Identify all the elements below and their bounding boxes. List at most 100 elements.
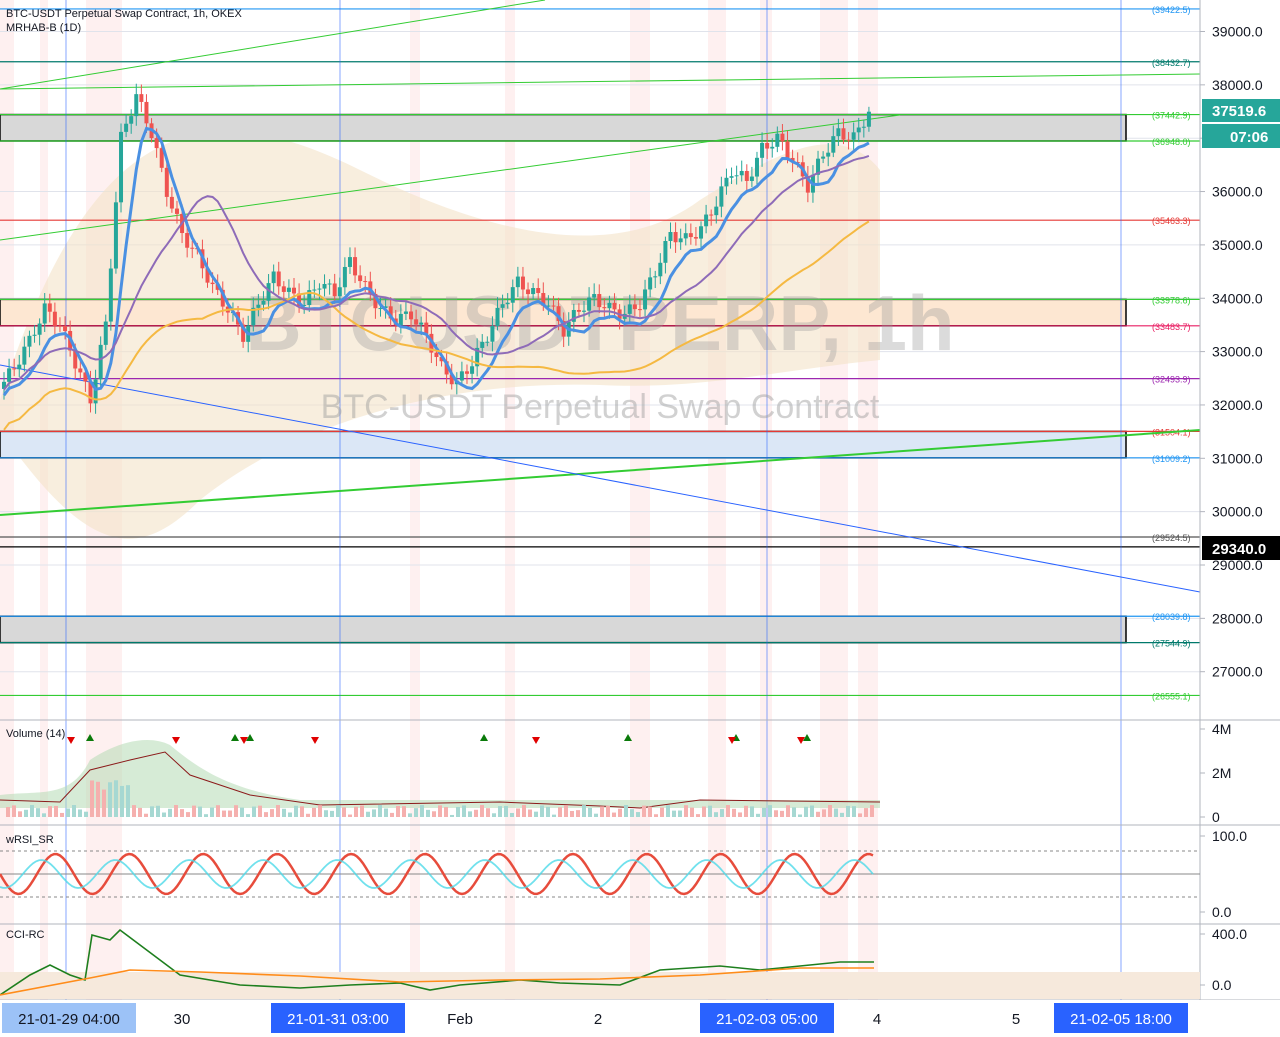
volume-bar xyxy=(156,805,160,817)
volume-bar xyxy=(672,810,676,817)
crosshair-price-label: 29340.0 xyxy=(1212,541,1266,558)
candle-body xyxy=(831,136,836,153)
session-band xyxy=(410,0,420,1000)
level-label: (35463.3) xyxy=(1152,216,1191,226)
candle-body xyxy=(490,325,495,342)
volume-tick-label: 2M xyxy=(1212,765,1231,781)
volume-bar xyxy=(474,809,478,817)
candle-body xyxy=(505,302,510,305)
volume-bar xyxy=(750,806,754,817)
volume-bar xyxy=(384,808,388,817)
candle-body xyxy=(729,176,734,178)
level-zone xyxy=(0,113,1127,142)
volume-bar xyxy=(336,805,340,817)
price-tick-label: 30000.0 xyxy=(1212,504,1263,520)
volume-bar xyxy=(492,813,496,817)
volume-bar xyxy=(594,813,598,817)
candle-body xyxy=(174,208,179,214)
candle-body xyxy=(164,167,169,197)
level-label: (36948.0) xyxy=(1152,137,1191,147)
candle-body xyxy=(536,288,541,294)
price-tick-label: 39000.0 xyxy=(1212,24,1263,40)
cci-zone xyxy=(0,972,1200,999)
candle-body xyxy=(434,352,439,358)
candle-body xyxy=(653,276,658,278)
candle-body xyxy=(37,323,42,335)
candle-body xyxy=(785,141,790,158)
candle-body xyxy=(602,307,607,309)
volume-bar xyxy=(612,812,616,817)
volume-bar xyxy=(450,814,454,817)
candle-body xyxy=(841,128,846,140)
volume-bar xyxy=(186,812,190,817)
candle-body xyxy=(119,131,124,203)
volume-bar xyxy=(396,805,400,817)
price-tick-label: 27000.0 xyxy=(1212,664,1263,680)
candle-body xyxy=(678,238,683,243)
candle-body xyxy=(632,304,637,310)
volume-bar xyxy=(132,805,136,817)
volume-bar xyxy=(630,809,634,817)
volume-bar xyxy=(564,805,568,817)
time-label: 21-02-03 05:00 xyxy=(716,1011,818,1028)
candle-body xyxy=(363,281,368,283)
candle-body xyxy=(47,303,52,312)
candle-body xyxy=(688,233,693,238)
volume-bar xyxy=(606,805,610,817)
volume-bar xyxy=(696,814,700,817)
volume-bar xyxy=(720,809,724,817)
volume-bar xyxy=(864,808,868,817)
volume-bar xyxy=(354,806,358,817)
volume-bar xyxy=(600,806,604,817)
cci-title: CCI-RC xyxy=(6,929,45,941)
volume-bar xyxy=(714,812,718,817)
candle-body xyxy=(719,186,724,207)
volume-bar xyxy=(534,811,538,817)
volume-bar xyxy=(540,805,544,817)
price-tick-label: 36000.0 xyxy=(1212,184,1263,200)
volume-bar xyxy=(690,807,694,817)
volume-bar xyxy=(96,781,100,817)
candle-body xyxy=(699,226,704,239)
candle-body xyxy=(276,271,281,287)
wrsi-title: wRSI_SR xyxy=(6,834,54,846)
candle-body xyxy=(358,275,363,282)
candle-body xyxy=(826,152,831,157)
time-label: 21-01-31 03:00 xyxy=(287,1011,389,1028)
candle-body xyxy=(17,364,22,370)
volume-bar xyxy=(84,811,88,817)
candle-body xyxy=(57,325,62,327)
candle-body xyxy=(668,232,673,242)
candle-body xyxy=(409,311,414,320)
candle-body xyxy=(322,283,327,289)
volume-bar xyxy=(756,813,760,817)
price-tick-label: 34000.0 xyxy=(1212,290,1263,306)
candle-body xyxy=(27,335,32,347)
candle-body xyxy=(353,257,358,276)
candle-body xyxy=(464,371,469,374)
volume-bar xyxy=(174,805,178,817)
candle-body xyxy=(754,157,759,177)
volume-bar xyxy=(180,809,184,817)
candle-body xyxy=(403,311,408,314)
candle-body xyxy=(52,311,57,326)
price-tick-label: 28000.0 xyxy=(1212,610,1263,626)
chart-canvas[interactable]: (39422.5) (38432.7) (37442.9) (36948.0) (354… xyxy=(0,0,1280,1037)
candle-body xyxy=(607,302,612,309)
session-band xyxy=(708,0,726,1000)
volume-bar xyxy=(36,808,40,817)
candle-body xyxy=(714,206,719,216)
volume-bar xyxy=(558,807,562,817)
volume-bar xyxy=(438,805,442,817)
volume-bar xyxy=(150,806,154,817)
candle-body xyxy=(129,116,134,124)
volume-bar xyxy=(570,810,574,817)
time-label: 4 xyxy=(873,1011,881,1028)
candle-body xyxy=(256,304,261,308)
volume-bar xyxy=(90,780,94,817)
price-tick-label: 31000.0 xyxy=(1212,450,1263,466)
current-price-label: 37519.6 xyxy=(1212,103,1266,120)
candle-body xyxy=(63,325,68,331)
volume-bar xyxy=(798,814,802,817)
volume-bar xyxy=(792,807,796,817)
